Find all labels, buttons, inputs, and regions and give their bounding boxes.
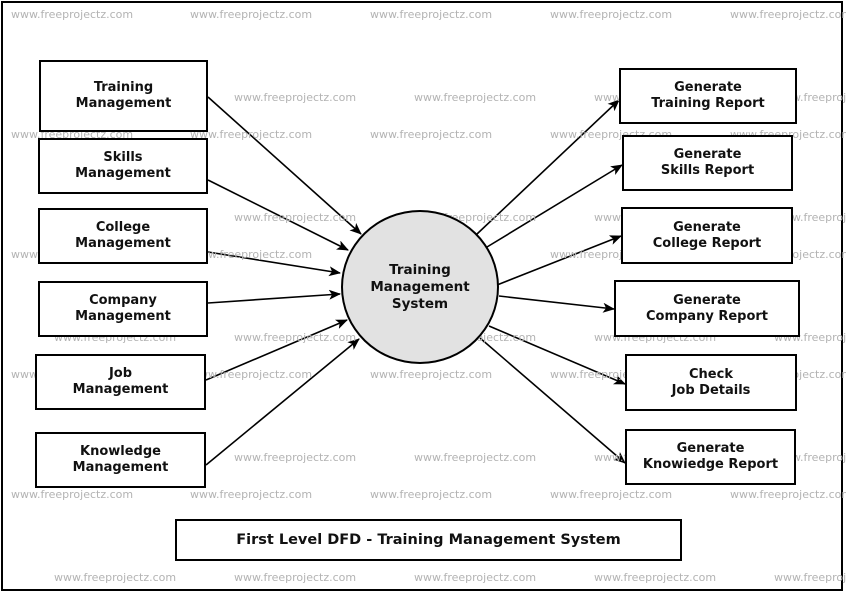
process-label: Training Management System — [370, 261, 470, 312]
watermark-text: www.freeprojectz.com — [190, 248, 313, 261]
flow-arrow-generate-knowledge-report — [479, 337, 626, 464]
entity-job-management[interactable]: Job Management — [35, 354, 206, 410]
entity-label: College Management — [75, 220, 171, 251]
entity-generate-skills-report[interactable]: Generate Skills Report — [622, 135, 793, 191]
entity-generate-college-report[interactable]: Generate College Report — [621, 207, 793, 264]
watermark-text: www.freeprojectz.com — [550, 488, 673, 501]
entity-knowledge-management[interactable]: Knowledge Management — [35, 432, 206, 488]
watermark-text: www.freeprojectz.com — [370, 368, 493, 381]
watermark-text: www.freeprojectz.com — [550, 8, 673, 21]
entity-label: Generate Knowiedge Report — [642, 441, 779, 472]
watermark-text: www.freeprojectz.com — [414, 91, 537, 104]
entity-generate-training-report[interactable]: Generate Training Report — [619, 68, 797, 124]
entity-training-management[interactable]: Training Management — [39, 60, 208, 132]
entity-skills-management[interactable]: Skills Management — [38, 138, 208, 194]
watermark-text: www.freeprojectz.com — [190, 488, 313, 501]
entity-label: Job Management — [72, 366, 169, 397]
dfd-canvas: Training Management Skills Management Co… — [0, 0, 846, 593]
entity-label: Generate College Report — [652, 219, 762, 251]
watermark-text: www.freeprojectz.com — [730, 488, 846, 501]
watermark-text: www.freeprojectz.com — [370, 8, 493, 21]
watermark-text: www.freeprojectz.com — [190, 368, 313, 381]
diagram-title: First Level DFD - Training Management Sy… — [175, 519, 682, 561]
watermark-text: www.freeprojectz.com — [414, 571, 537, 584]
watermark-text: www.freeprojectz.com — [234, 451, 357, 464]
watermark-text: www.freeprojectz.com — [234, 571, 357, 584]
diagram-title-text: First Level DFD - Training Management Sy… — [236, 532, 621, 548]
entity-label: Skills Management — [75, 150, 171, 181]
watermark-text: www.freeprojectz.com — [414, 451, 537, 464]
watermark-text: www.freeprojectz.com — [11, 488, 134, 501]
watermark-text: www.freeprojectz.com — [370, 488, 493, 501]
entity-company-management[interactable]: Company Management — [38, 281, 208, 337]
entity-label: Generate Skills Report — [660, 147, 755, 178]
flow-arrow-company-management — [207, 289, 341, 304]
entity-college-management[interactable]: College Management — [38, 208, 208, 264]
watermark-text: www.freeprojectz.com — [370, 128, 493, 141]
entity-generate-company-report[interactable]: Generate Company Report — [614, 280, 800, 337]
watermark-text: www.freeprojectz.com — [594, 571, 717, 584]
watermark-text: www.freeprojectz.com — [54, 571, 177, 584]
watermark-text: www.freeprojectz.com — [190, 8, 313, 21]
watermark-text: www.freeprojectz.com — [234, 91, 357, 104]
flow-arrow-generate-company-report — [498, 295, 615, 313]
watermark-text: www.freeprojectz.com — [190, 128, 313, 141]
entity-label: Company Management — [75, 293, 171, 324]
entity-label: Generate Training Report — [651, 80, 765, 111]
watermark-text: www.freeprojectz.com — [234, 211, 357, 224]
watermark-text: www.freeprojectz.com — [774, 571, 846, 584]
entity-check-job-details[interactable]: Check Job Details — [625, 354, 797, 411]
entity-label: Knowledge Management — [72, 444, 169, 475]
entity-label: Generate Company Report — [645, 292, 769, 324]
entity-label: Check Job Details — [671, 366, 751, 398]
process-training-management-system[interactable]: Training Management System — [341, 210, 499, 364]
watermark-text: www.freeprojectz.com — [730, 8, 846, 21]
entity-generate-knowledge-report[interactable]: Generate Knowiedge Report — [625, 429, 796, 485]
flow-arrow-knowledge-management — [205, 338, 360, 466]
watermark-text: www.freeprojectz.com — [234, 331, 357, 344]
watermark-text: www.freeprojectz.com — [11, 8, 134, 21]
entity-label: Training Management — [75, 80, 172, 111]
